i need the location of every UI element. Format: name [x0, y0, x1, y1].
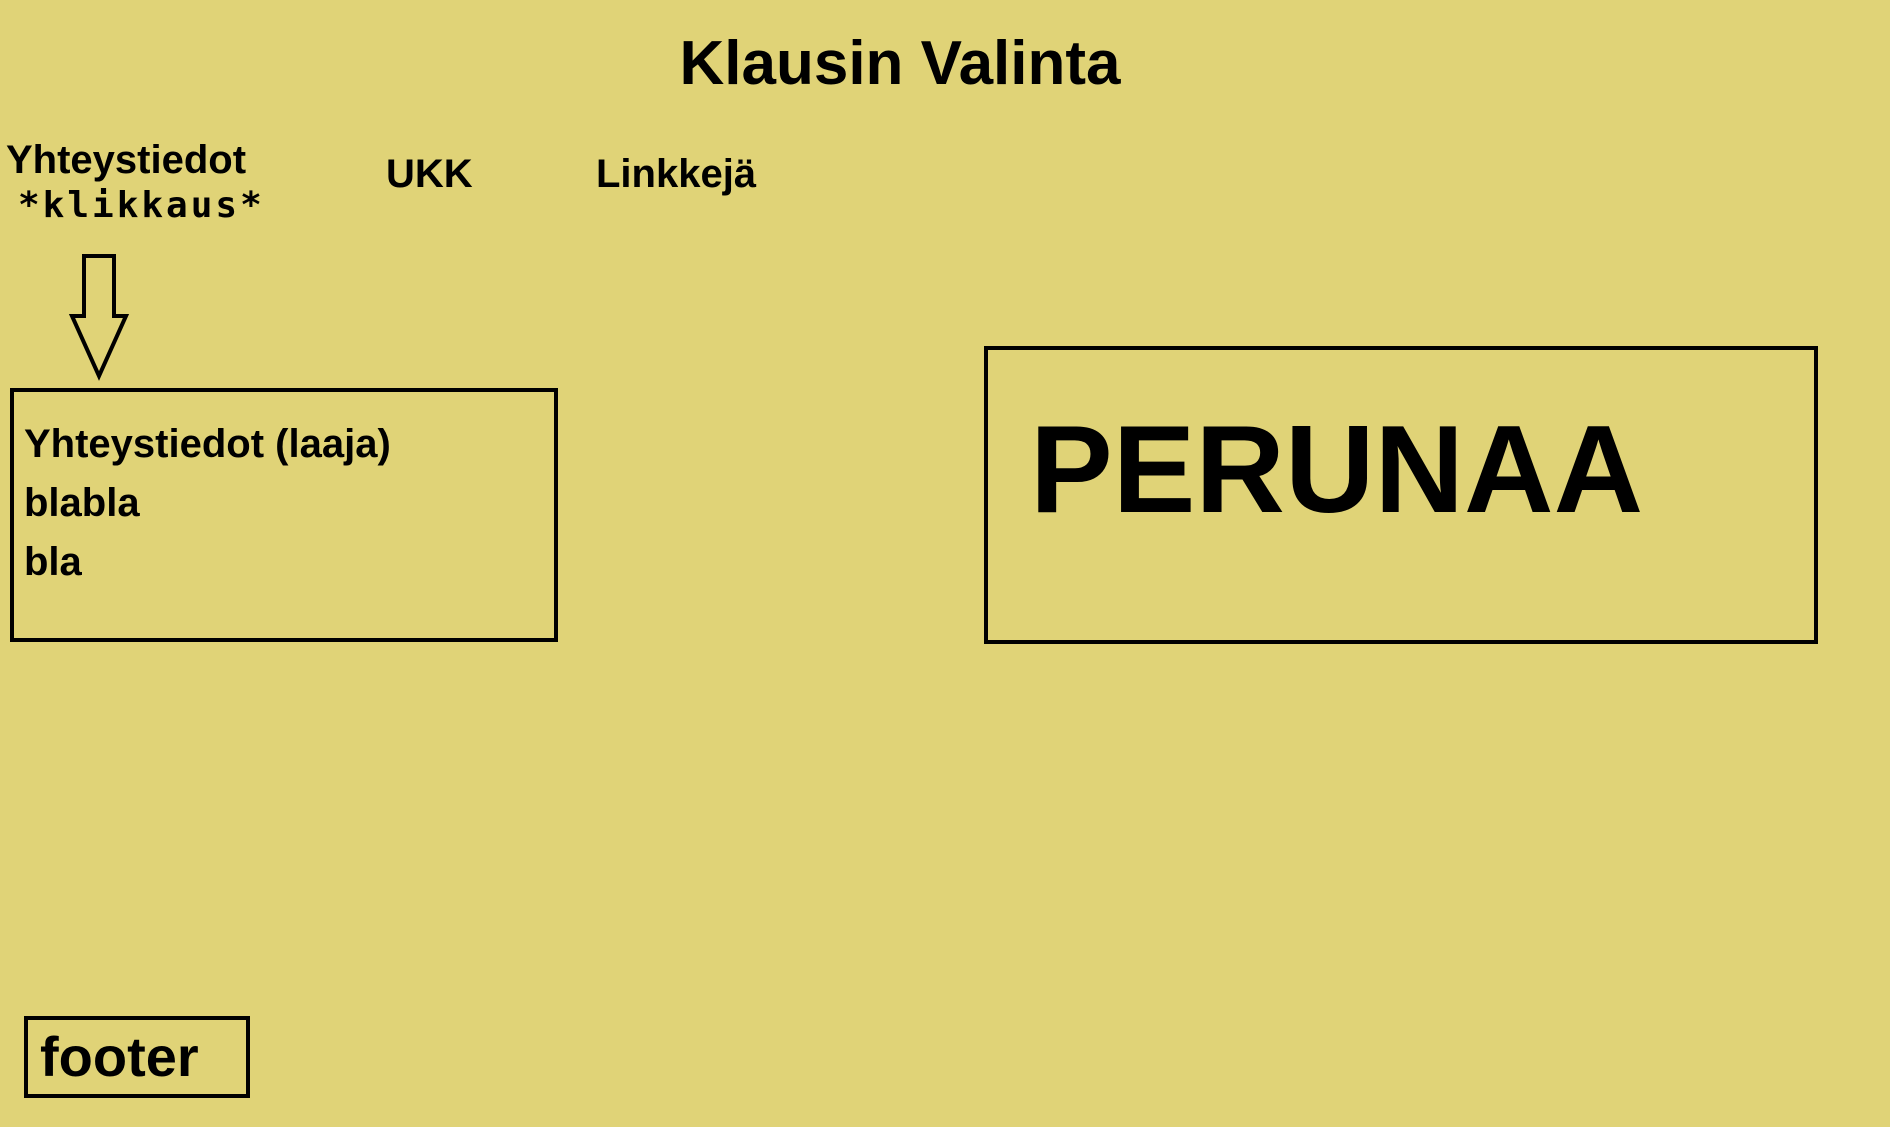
main-content-text: PERUNAA: [1030, 401, 1644, 539]
footer: footer: [24, 1016, 250, 1098]
contact-panel-line: bla: [24, 540, 82, 584]
contact-details-panel: Yhteystiedot (laaja) blabla bla: [10, 388, 558, 642]
contact-panel-heading: Yhteystiedot (laaja): [24, 422, 391, 466]
contact-panel-line: blabla: [24, 481, 140, 525]
page-title: Klausin Valinta: [679, 29, 1121, 98]
nav-item-yhteystiedot[interactable]: Yhteystiedot: [6, 136, 246, 184]
main-content-panel: PERUNAA: [984, 346, 1818, 644]
nav-item-ukk[interactable]: UKK: [386, 150, 473, 198]
arrow-down-icon: [68, 254, 130, 381]
nav-item-linkkeja[interactable]: Linkkejä: [596, 150, 756, 198]
click-annotation: *klikkaus*: [18, 185, 265, 226]
